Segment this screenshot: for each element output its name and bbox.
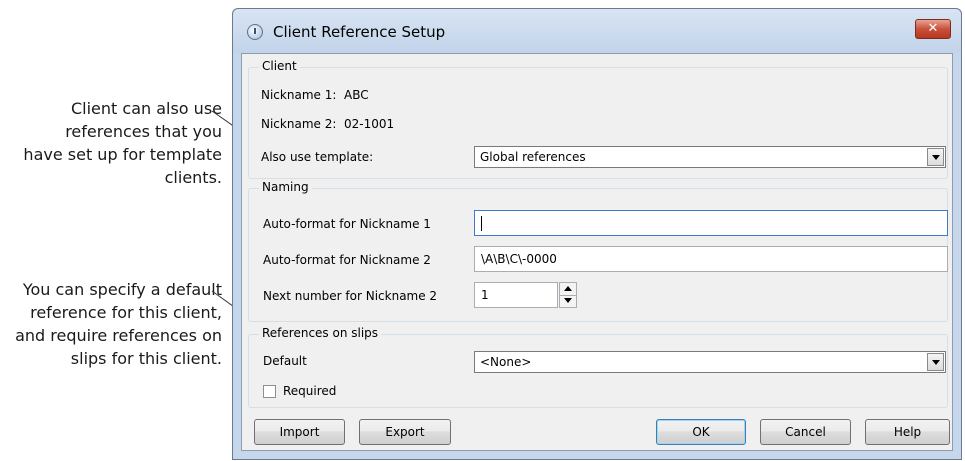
autoformat-nickname1-input[interactable] (474, 210, 948, 236)
autoformat-nickname2-label: Auto-format for Nickname 2 (263, 253, 431, 267)
required-label[interactable]: Required (283, 384, 336, 398)
ok-button[interactable]: OK (656, 419, 746, 445)
required-checkbox[interactable] (263, 385, 276, 398)
chevron-down-icon[interactable] (927, 148, 944, 166)
also-use-template-dropdown[interactable]: Global references (474, 146, 946, 168)
next-number-label: Next number for Nickname 2 (263, 289, 438, 303)
cancel-button[interactable]: Cancel (760, 419, 851, 445)
nickname2-label: Nickname 2: (261, 117, 337, 131)
also-use-template-value: Global references (480, 150, 586, 164)
nickname1-label: Nickname 1: (261, 88, 337, 102)
default-reference-dropdown[interactable]: <None> (474, 351, 946, 373)
import-button[interactable]: Import (254, 419, 345, 445)
client-reference-setup-dialog: Client Reference Setup ✕ Client Nickname… (232, 8, 962, 460)
close-icon: ✕ (927, 21, 939, 36)
also-use-template-label: Also use template: (261, 150, 374, 164)
references-group-label: References on slips (259, 326, 382, 340)
help-button[interactable]: Help (865, 419, 950, 445)
client-group-label: Client (259, 59, 300, 73)
autoformat-nickname2-value: \A\B\C\-0000 (481, 252, 557, 266)
next-number-value: 1 (481, 288, 489, 302)
next-number-stepper[interactable] (559, 282, 577, 308)
export-button[interactable]: Export (359, 419, 451, 445)
annotation-template-references: Client can also use references that you … (23, 99, 222, 187)
naming-group-label: Naming (259, 180, 312, 194)
default-reference-label: Default (263, 354, 307, 368)
window-title: Client Reference Setup (273, 23, 446, 41)
nickname2-value: 02-1001 (344, 117, 395, 131)
clock-icon (247, 24, 263, 40)
title-bar[interactable]: Client Reference Setup ✕ (233, 9, 961, 53)
close-button[interactable]: ✕ (915, 19, 951, 39)
autoformat-nickname2-input[interactable]: \A\B\C\-0000 (474, 246, 948, 272)
annotation-default-reference: You can specify a default reference for … (15, 280, 222, 368)
dialog-body: Client Nickname 1: ABC Nickname 2: 02-10… (241, 53, 953, 451)
text-caret (481, 216, 482, 231)
spin-down-icon[interactable] (560, 295, 576, 307)
chevron-down-icon[interactable] (927, 353, 944, 371)
next-number-input[interactable]: 1 (474, 282, 558, 308)
autoformat-nickname1-label: Auto-format for Nickname 1 (263, 217, 431, 231)
nickname1-value: ABC (344, 88, 369, 102)
default-reference-value: <None> (480, 355, 532, 369)
